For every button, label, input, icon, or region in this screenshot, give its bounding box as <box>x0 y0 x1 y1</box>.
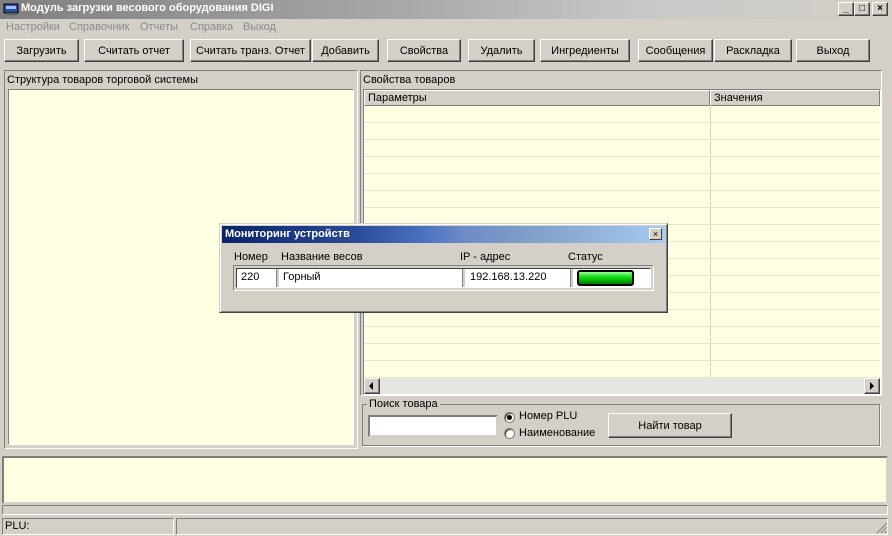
column-number: Номер <box>234 251 268 263</box>
device-monitor-dialog: Мониторинг устройств × Номер Название ве… <box>219 223 668 313</box>
radio-name[interactable] <box>504 428 515 439</box>
column-ip-address: IP - адрес <box>460 251 511 263</box>
menu-bar: Настройки Справочник Отчеты Справка Выхо… <box>0 19 892 37</box>
column-header-parameters[interactable]: Параметры <box>364 90 710 106</box>
close-button[interactable]: × <box>872 2 888 16</box>
menu-settings[interactable]: Настройки <box>6 21 60 33</box>
add-button[interactable]: Добавить <box>312 39 379 62</box>
radio-plu-label[interactable]: Номер PLU <box>519 410 577 422</box>
grid-row-line <box>364 207 880 208</box>
grid-row-line <box>364 139 880 140</box>
horizontal-scrollbar[interactable] <box>380 378 864 394</box>
device-status-cell <box>573 269 650 287</box>
device-ip: 192.168.13.220 <box>465 269 571 287</box>
scroll-right-button[interactable] <box>864 378 880 394</box>
grid-row-line <box>364 326 880 327</box>
scroll-left-button[interactable] <box>364 378 380 394</box>
menu-reports[interactable]: Отчеты <box>140 21 178 33</box>
grid-row-line <box>364 122 880 123</box>
radio-plu-number[interactable] <box>504 412 515 423</box>
menu-exit[interactable]: Выход <box>243 21 276 33</box>
radio-name-label[interactable]: Наименование <box>519 427 595 439</box>
window-title: Модуль загрузки весового оборудования DI… <box>21 2 274 14</box>
layout-button[interactable]: Раскладка <box>714 39 792 62</box>
status-plu: PLU: <box>2 518 174 535</box>
left-panel-title: Структура товаров торговой системы <box>7 74 198 86</box>
status-online-indicator <box>577 270 634 286</box>
menu-reference[interactable]: Справочник <box>69 21 130 33</box>
title-bar[interactable]: Модуль загрузки весового оборудования DI… <box>0 0 892 19</box>
grid-row-line <box>364 156 880 157</box>
column-divider <box>710 106 711 378</box>
log-area[interactable] <box>2 456 888 504</box>
column-header-values[interactable]: Значения <box>710 90 880 106</box>
grid-row-line <box>364 360 880 361</box>
grid-row-line <box>364 190 880 191</box>
properties-button[interactable]: Свойства <box>387 39 461 62</box>
menu-help[interactable]: Справка <box>190 21 233 33</box>
dialog-title-bar[interactable]: Мониторинг устройств × <box>222 226 665 243</box>
grid-row-line <box>364 343 880 344</box>
device-name: Горный <box>279 269 463 287</box>
arrow-right-icon <box>870 382 874 390</box>
progress-bar <box>2 505 888 515</box>
messages-button[interactable]: Сообщения <box>638 39 713 62</box>
arrow-left-icon <box>369 382 373 390</box>
search-input[interactable] <box>368 415 498 437</box>
column-scale-name: Название весов <box>281 251 363 263</box>
device-number: 220 <box>237 269 277 287</box>
read-trans-report-button[interactable]: Считать транз. Отчет <box>190 39 311 62</box>
right-panel-title: Свойства товаров <box>363 74 456 86</box>
read-report-button[interactable]: Считать отчет <box>84 39 184 62</box>
dialog-close-button[interactable]: × <box>649 228 662 240</box>
dialog-title: Мониторинг устройств <box>225 228 350 240</box>
device-list: 220 Горный 192.168.13.220 <box>233 265 654 291</box>
delete-button[interactable]: Удалить <box>468 39 535 62</box>
radio-selected-dot <box>507 415 512 420</box>
search-group-title: Поиск товара <box>367 398 440 410</box>
load-button[interactable]: Загрузить <box>4 39 79 62</box>
column-status: Статус <box>568 251 603 263</box>
ingredients-button[interactable]: Ингредиенты <box>540 39 630 62</box>
app-scale-icon <box>3 3 19 15</box>
exit-button[interactable]: Выход <box>796 39 870 62</box>
minimize-button[interactable]: _ <box>838 2 854 16</box>
grid-row-line <box>364 173 880 174</box>
find-product-button[interactable]: Найти товар <box>608 413 732 438</box>
resize-grip-icon[interactable] <box>876 522 888 534</box>
maximize-button[interactable]: □ <box>854 2 870 16</box>
device-row[interactable]: 220 Горный 192.168.13.220 <box>236 268 651 288</box>
status-message <box>176 518 888 535</box>
